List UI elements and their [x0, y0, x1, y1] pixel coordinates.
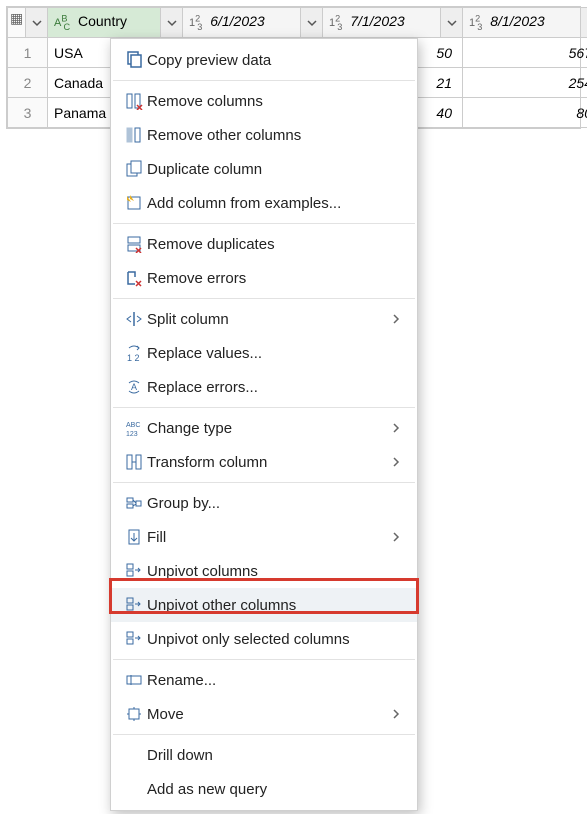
corner-dropdown[interactable] — [25, 8, 47, 37]
menu-label: Remove errors — [147, 270, 405, 287]
menu-label: Remove other columns — [147, 127, 405, 144]
menu-label: Duplicate column — [147, 161, 405, 178]
menu-add-column-examples[interactable]: Add column from examples... — [111, 186, 417, 220]
remove-errors-icon — [121, 269, 147, 287]
menu-label: Remove columns — [147, 93, 405, 110]
column-label: 7/1/2023 — [350, 13, 405, 29]
row-number: 1 — [8, 38, 48, 68]
menu-move[interactable]: Move — [111, 697, 417, 731]
menu-remove-duplicates[interactable]: Remove duplicates — [111, 227, 417, 261]
remove-other-columns-icon — [121, 126, 147, 144]
menu-drill-down[interactable]: Drill down — [111, 738, 417, 772]
column-header-8-1-2023[interactable]: 123 8/1/2023 — [463, 8, 587, 38]
menu-separator — [113, 223, 415, 224]
menu-add-as-new-query[interactable]: Add as new query — [111, 772, 417, 806]
menu-unpivot-columns[interactable]: Unpivot columns — [111, 554, 417, 588]
menu-label: Rename... — [147, 672, 405, 689]
column-header-country[interactable]: ABC Country — [48, 8, 183, 38]
cell-value[interactable]: 80 — [463, 98, 587, 128]
menu-copy-preview[interactable]: Copy preview data — [111, 43, 417, 77]
menu-split-column[interactable]: Split column — [111, 302, 417, 336]
menu-label: Remove duplicates — [147, 236, 405, 253]
menu-label: Add as new query — [147, 781, 405, 798]
menu-duplicate-column[interactable]: Duplicate column — [111, 152, 417, 186]
unpivot-other-icon — [121, 596, 147, 614]
menu-label: Move — [147, 706, 391, 723]
table-corner[interactable]: ▦ — [8, 8, 48, 38]
column-header-7-1-2023[interactable]: 123 7/1/2023 — [323, 8, 463, 38]
group-by-icon — [121, 494, 147, 512]
duplicate-icon — [121, 160, 147, 178]
column-header-6-1-2023[interactable]: 123 6/1/2023 — [183, 8, 323, 38]
menu-label: Add column from examples... — [147, 195, 405, 212]
column-label: Country — [78, 13, 127, 29]
column-filter-dropdown[interactable] — [160, 8, 182, 37]
menu-label: Unpivot other columns — [147, 597, 405, 614]
menu-label: Group by... — [147, 495, 405, 512]
menu-rename[interactable]: Rename... — [111, 663, 417, 697]
menu-label: Transform column — [147, 454, 391, 471]
submenu-arrow-icon — [391, 454, 405, 471]
column-label: 6/1/2023 — [210, 13, 265, 29]
menu-separator — [113, 734, 415, 735]
type-icon-text: ABC — [54, 17, 70, 29]
menu-unpivot-other-columns[interactable]: Unpivot other columns — [111, 588, 417, 622]
menu-label: Copy preview data — [147, 52, 405, 69]
menu-transform-column[interactable]: Transform column — [111, 445, 417, 479]
column-filter-dropdown[interactable] — [580, 8, 587, 37]
menu-separator — [113, 298, 415, 299]
split-icon — [121, 310, 147, 328]
row-number: 3 — [8, 98, 48, 128]
menu-label: Replace errors... — [147, 379, 405, 396]
menu-label: Replace values... — [147, 345, 405, 362]
menu-remove-columns[interactable]: Remove columns — [111, 84, 417, 118]
cell-value[interactable]: 567 — [463, 38, 587, 68]
menu-remove-other-columns[interactable]: Remove other columns — [111, 118, 417, 152]
menu-unpivot-selected-columns[interactable]: Unpivot only selected columns — [111, 622, 417, 656]
type-icon-number: 123 — [469, 17, 482, 29]
menu-label: Split column — [147, 311, 391, 328]
menu-label: Unpivot columns — [147, 563, 405, 580]
change-type-icon — [121, 419, 147, 437]
context-menu: Copy preview data Remove columns Remove … — [110, 38, 418, 811]
menu-group-by[interactable]: Group by... — [111, 486, 417, 520]
remove-columns-icon — [121, 92, 147, 110]
menu-separator — [113, 482, 415, 483]
menu-label: Drill down — [147, 747, 405, 764]
menu-replace-values[interactable]: Replace values... — [111, 336, 417, 370]
menu-label: Change type — [147, 420, 391, 437]
menu-label: Unpivot only selected columns — [147, 631, 405, 648]
replace-errors-icon — [121, 378, 147, 396]
menu-separator — [113, 80, 415, 81]
submenu-arrow-icon — [391, 420, 405, 437]
menu-separator — [113, 659, 415, 660]
submenu-arrow-icon — [391, 311, 405, 328]
type-icon-number: 123 — [329, 17, 342, 29]
move-icon — [121, 705, 147, 723]
menu-replace-errors[interactable]: Replace errors... — [111, 370, 417, 404]
cell-value[interactable]: 254 — [463, 68, 587, 98]
rename-icon — [121, 671, 147, 689]
column-label: 8/1/2023 — [490, 13, 545, 29]
menu-remove-errors[interactable]: Remove errors — [111, 261, 417, 295]
submenu-arrow-icon — [391, 529, 405, 546]
unpivot-selected-icon — [121, 630, 147, 648]
menu-separator — [113, 407, 415, 408]
row-number: 2 — [8, 68, 48, 98]
submenu-arrow-icon — [391, 706, 405, 723]
menu-fill[interactable]: Fill — [111, 520, 417, 554]
transform-icon — [121, 453, 147, 471]
menu-label: Fill — [147, 529, 391, 546]
add-column-icon — [121, 194, 147, 212]
column-filter-dropdown[interactable] — [300, 8, 322, 37]
fill-icon — [121, 528, 147, 546]
copy-icon — [121, 51, 147, 69]
unpivot-icon — [121, 562, 147, 580]
column-filter-dropdown[interactable] — [440, 8, 462, 37]
replace-values-icon — [121, 344, 147, 362]
type-icon-number: 123 — [189, 17, 202, 29]
menu-change-type[interactable]: Change type — [111, 411, 417, 445]
remove-duplicates-icon — [121, 235, 147, 253]
